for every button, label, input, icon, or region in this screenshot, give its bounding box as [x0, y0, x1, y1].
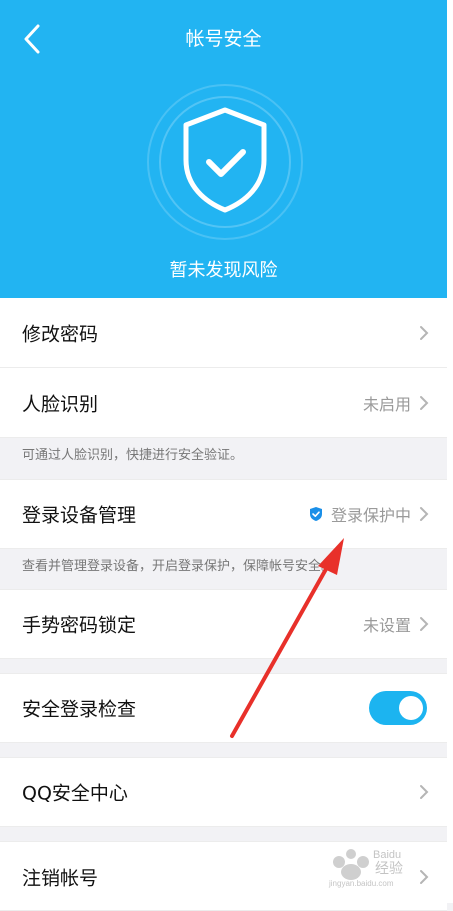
watermark-text: 经验 [375, 861, 403, 877]
shield-check-icon [145, 82, 305, 242]
face-recognition-row[interactable]: 人脸识别 未启用 [0, 368, 447, 438]
gesture-lock-row[interactable]: 手势密码锁定 未设置 [0, 589, 447, 659]
qq-security-center-label: QQ安全中心 [22, 782, 128, 805]
header-banner: 帐号安全 暂未发现风险 [0, 0, 447, 298]
shield-small-icon [310, 507, 322, 521]
baidu-watermark: Baidu 经验 jingyan.baidu.com [325, 840, 435, 888]
change-password-row[interactable]: 修改密码 [0, 298, 447, 368]
safe-login-check-row: 安全登录检查 [0, 673, 447, 743]
device-management-row[interactable]: 登录设备管理 登录保护中 [0, 479, 447, 549]
face-recognition-label: 人脸识别 [22, 393, 99, 415]
face-recognition-status: 未启用 [362, 394, 411, 414]
watermark-brand: Baidu [373, 849, 401, 861]
gesture-lock-label: 手势密码锁定 [22, 614, 137, 637]
page-title: 帐号安全 [185, 28, 262, 50]
qq-security-center-row[interactable]: QQ安全中心 [0, 757, 447, 827]
device-protection-status: 登录保护中 [330, 506, 411, 525]
safe-login-check-label: 安全登录检查 [22, 698, 137, 721]
security-status-text: 暂未发现风险 [169, 260, 278, 281]
change-password-label: 修改密码 [22, 323, 99, 345]
device-management-hint: 查看并管理登录设备，开启登录保护，保障帐号安全。 [22, 559, 335, 574]
cancel-account-label: 注销帐号 [22, 867, 99, 890]
gesture-lock-status: 未设置 [362, 616, 411, 635]
chevron-right-icon [420, 507, 429, 521]
face-recognition-hint: 可通过人脸识别，快捷进行安全验证。 [22, 448, 244, 463]
chevron-right-icon [420, 325, 429, 340]
chevron-right-icon [420, 395, 429, 410]
safe-login-check-toggle[interactable] [369, 691, 427, 725]
chevron-right-icon [420, 785, 429, 799]
chevron-right-icon [420, 617, 429, 631]
watermark-url: jingyan.baidu.com [328, 879, 394, 888]
device-management-label: 登录设备管理 [22, 504, 137, 527]
toggle-knob [399, 696, 423, 720]
right-edge [447, 0, 453, 903]
